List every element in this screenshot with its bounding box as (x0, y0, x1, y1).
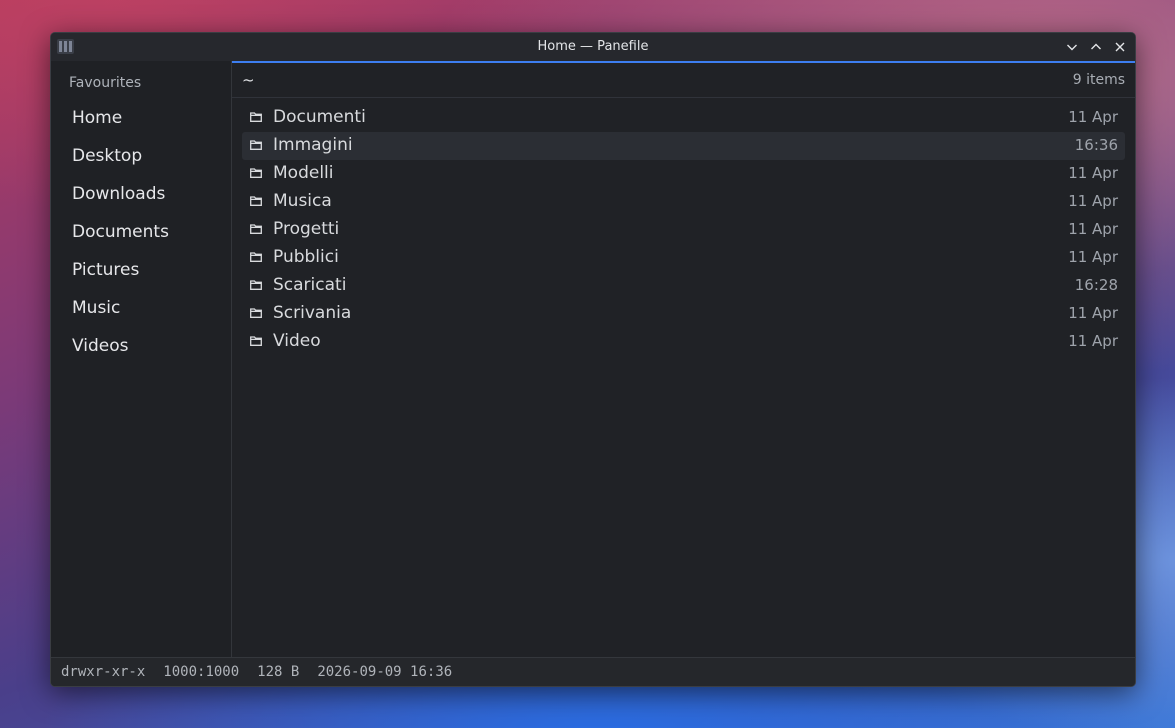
folder-icon (250, 112, 262, 122)
file-date: 11 Apr (1068, 248, 1118, 266)
sidebar-item-music[interactable]: Music (51, 289, 231, 327)
file-row[interactable]: Progetti 11 Apr (242, 216, 1125, 244)
close-button[interactable] (1111, 38, 1129, 56)
file-name: Scaricati (273, 275, 347, 295)
file-date: 11 Apr (1068, 304, 1118, 322)
sidebar-item-documents[interactable]: Documents (51, 213, 231, 251)
window-title: Home — Panefile (537, 39, 649, 54)
file-row[interactable]: Scrivania 11 Apr (242, 300, 1125, 328)
folder-icon (250, 168, 262, 178)
path-bar: ~ 9 items (232, 63, 1135, 98)
status-permissions: drwxr-xr-x (61, 664, 146, 680)
file-row[interactable]: Pubblici 11 Apr (242, 244, 1125, 272)
file-row[interactable]: Documenti 11 Apr (242, 104, 1125, 132)
file-date: 11 Apr (1068, 164, 1118, 182)
sidebar-item-desktop[interactable]: Desktop (51, 137, 231, 175)
maximize-button[interactable] (1087, 38, 1105, 56)
file-manager-window: Home — Panefile Favourites Home Desktop Do… (50, 32, 1136, 687)
file-name: Pubblici (273, 247, 339, 267)
status-size: 128 B (257, 664, 300, 680)
item-count: 9 items (1072, 72, 1125, 88)
file-name: Musica (273, 191, 332, 211)
sidebar-item-videos[interactable]: Videos (51, 327, 231, 365)
folder-icon (250, 224, 262, 234)
sidebar-item-home[interactable]: Home (51, 99, 231, 137)
file-row[interactable]: Modelli 11 Apr (242, 160, 1125, 188)
file-name: Immagini (273, 135, 353, 155)
folder-icon (250, 252, 262, 262)
favourites-list: Home Desktop Downloads Documents Pictures Mus… (51, 99, 231, 365)
chevron-down-icon (1067, 44, 1077, 51)
file-date: 11 Apr (1068, 332, 1118, 350)
file-date: 16:28 (1074, 276, 1118, 294)
status-owner: 1000:1000 (163, 664, 240, 680)
file-name: Video (273, 331, 321, 351)
folder-icon (250, 196, 262, 206)
minimize-button[interactable] (1063, 38, 1081, 56)
file-name: Documenti (273, 107, 366, 127)
file-name: Progetti (273, 219, 340, 239)
file-row[interactable]: Immagini 16:36 (242, 132, 1125, 160)
folder-icon (250, 308, 262, 318)
status-modified: 2026-09-09 16:36 (317, 664, 453, 680)
file-name: Modelli (273, 163, 334, 183)
file-row[interactable]: Musica 11 Apr (242, 188, 1125, 216)
file-row[interactable]: Video 11 Apr (242, 328, 1125, 356)
file-date: 16:36 (1074, 136, 1118, 154)
file-list: Documenti 11 Apr Immagini 16:36 Modelli 11 Ap… (242, 104, 1125, 356)
favourites-heading: Favourites (69, 75, 142, 91)
file-date: 11 Apr (1068, 220, 1118, 238)
folder-icon (250, 140, 262, 150)
status-bar: drwxr-xr-x 1000:1000 128 B 2026-09-09 16… (51, 657, 1135, 686)
close-icon (1115, 42, 1125, 52)
sidebar: Favourites Home Desktop Downloads Documents… (51, 61, 232, 657)
file-row[interactable]: Scaricati 16:28 (242, 272, 1125, 300)
sidebar-item-pictures[interactable]: Pictures (51, 251, 231, 289)
sidebar-item-downloads[interactable]: Downloads (51, 175, 231, 213)
current-path[interactable]: ~ (242, 71, 255, 89)
window-controls (1063, 38, 1129, 56)
folder-icon (250, 280, 262, 290)
title-bar[interactable]: Home — Panefile (51, 33, 1135, 61)
folder-icon (250, 336, 262, 346)
file-pane[interactable]: ~ 9 items Documenti 11 Apr Immagini 16:36 Mo… (232, 63, 1135, 657)
file-name: Scrivania (273, 303, 352, 323)
file-date: 11 Apr (1068, 192, 1118, 210)
chevron-up-icon (1091, 43, 1101, 50)
file-date: 11 Apr (1068, 108, 1118, 126)
